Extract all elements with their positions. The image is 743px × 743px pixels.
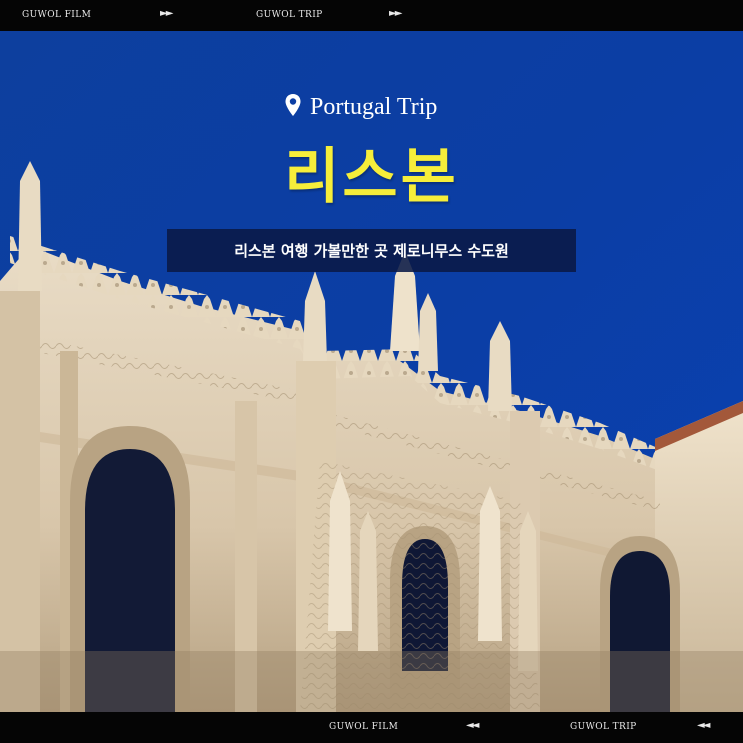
top-forward-icon-1: ►► [160, 8, 173, 19]
bottom-film-strip: GUWOL FILM ◄◄ GUWOL TRIP ◄◄ [0, 712, 743, 743]
map-pin-icon [285, 94, 301, 116]
location-header: Portugal Trip [0, 90, 743, 124]
bottom-label-trip: GUWOL TRIP [570, 722, 637, 732]
top-label-trip: GUWOL TRIP [256, 10, 323, 20]
subtitle-banner: 리스본 여행 가볼만한 곳 제로니무스 수도원 [167, 229, 576, 272]
bottom-rewind-icon-2: ◄◄ [697, 720, 710, 731]
top-forward-icon-2: ►► [389, 8, 402, 19]
top-label-film: GUWOL FILM [22, 10, 92, 20]
page-title: 리스본 [284, 142, 459, 212]
top-film-strip: GUWOL FILM ►► GUWOL TRIP ►► [0, 0, 743, 31]
thumbnail-canvas: GUWOL FILM ►► GUWOL TRIP ►► Portugal Tri… [0, 0, 743, 743]
subtitle-text: 리스본 여행 가볼만한 곳 제로니무스 수도원 [234, 242, 509, 260]
bottom-label-film: GUWOL FILM [329, 722, 399, 732]
bottom-rewind-icon-1: ◄◄ [466, 720, 479, 731]
location-text: Portugal Trip [310, 94, 438, 120]
